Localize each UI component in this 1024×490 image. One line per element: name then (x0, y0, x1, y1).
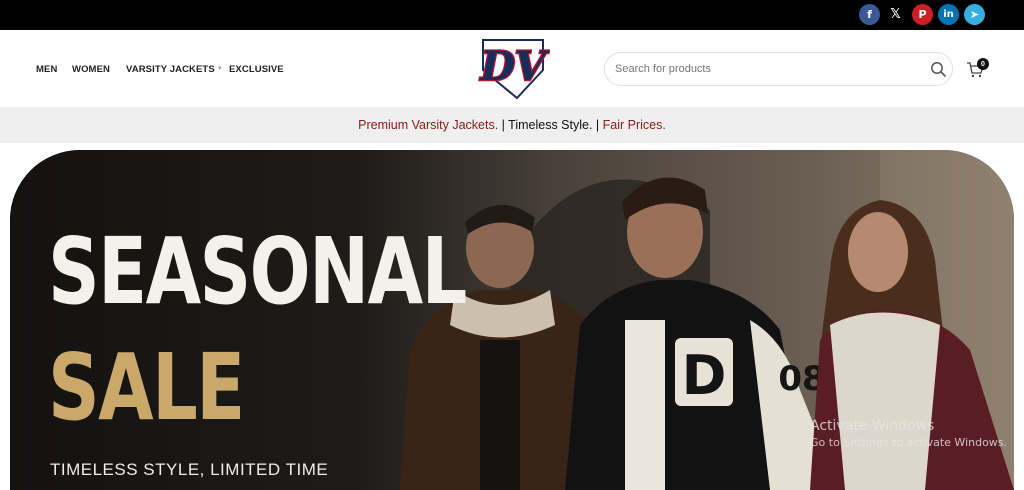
nav-exclusive[interactable]: EXCLUSIVE (229, 64, 284, 75)
promo-strip: Premium Varsity Jackets. | Timeless Styl… (0, 107, 1024, 143)
watermark-line2: Go to Settings to activate Windows. (810, 436, 1008, 449)
facebook-icon[interactable]: f (859, 4, 880, 25)
telegram-icon[interactable]: ➤ (964, 4, 985, 25)
jacket-letter: D (682, 344, 727, 407)
nav-varsity-jackets[interactable]: VARSITY JACKETS ▼ (126, 64, 223, 75)
search-bar (604, 52, 953, 86)
site-header: MEN WOMEN VARSITY JACKETS ▼ EXCLUSIVE DV … (0, 30, 1024, 107)
pinterest-icon[interactable]: P (912, 4, 933, 25)
promo-text-3: Fair Prices. (602, 118, 666, 132)
hero-tagline: TIMELESS STYLE, LIMITED TIME (50, 460, 329, 479)
promo-text-2: Timeless Style. (508, 118, 593, 132)
linkedin-icon[interactable]: in (938, 4, 959, 25)
cart-count-badge: 0 (977, 58, 989, 70)
nav-women[interactable]: WOMEN (72, 64, 110, 75)
hero-title-line2: SALE (48, 334, 245, 441)
nav-men[interactable]: MEN (36, 64, 57, 75)
watermark-line1: Activate Windows (810, 418, 935, 434)
site-logo[interactable]: DV (477, 36, 551, 100)
promo-separator: | (498, 118, 509, 132)
search-icon[interactable] (930, 61, 946, 77)
top-bar: f 𝕏 P in ➤ (0, 0, 1024, 30)
x-twitter-icon[interactable]: 𝕏 (885, 4, 906, 25)
logo-text: DV (479, 43, 549, 90)
promo-separator: | (592, 118, 603, 132)
chevron-down-icon: ▼ (216, 66, 223, 72)
nav-varsity-label: VARSITY JACKETS (126, 64, 215, 75)
search-input[interactable] (615, 60, 915, 78)
promo-text-1: Premium Varsity Jackets. (358, 118, 499, 132)
hero-title-line1: SEASONAL (48, 218, 467, 325)
windows-activation-watermark: Activate Windows Go to Settings to activ… (810, 418, 1007, 449)
